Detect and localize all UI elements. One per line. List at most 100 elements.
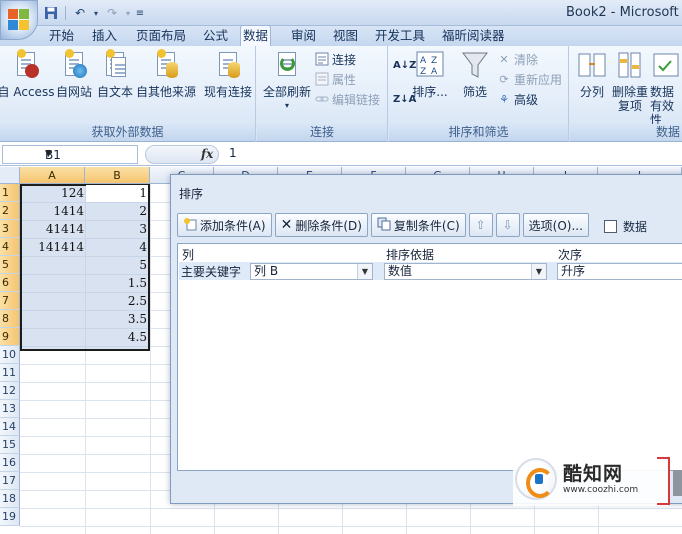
cell-a2[interactable]: 1414 [22, 202, 84, 220]
row-header-8[interactable]: 8 [0, 310, 20, 328]
move-up-icon[interactable]: ⇧ [468, 213, 493, 237]
row-header-14[interactable]: 14 [0, 418, 20, 436]
row-header-12[interactable]: 12 [0, 382, 20, 400]
connections-button[interactable]: 连接 [315, 50, 356, 68]
save-icon[interactable] [42, 4, 60, 22]
row-header-7[interactable]: 7 [0, 292, 20, 310]
tab-review[interactable]: 审阅 [289, 26, 318, 46]
insert-function-icon[interactable]: fx [201, 147, 213, 161]
delete-level-button[interactable]: ✕ 删除条件(D) [274, 213, 368, 237]
group-get-external-data: 自 Access 自网站 自文本 自其他来源 现有连接 获取外部数据 [0, 46, 256, 142]
row-header-4[interactable]: 4 [0, 238, 20, 256]
from-text-button[interactable]: 自文本 [95, 49, 135, 116]
remove-duplicates-button[interactable]: 删除重复项 [612, 50, 648, 116]
globe-icon [59, 49, 89, 82]
edit-links-button[interactable]: 编辑链接 [315, 90, 380, 108]
row-header-5[interactable]: 5 [0, 256, 20, 274]
data-validation-button[interactable]: 数据有效性 [650, 50, 682, 127]
tab-home[interactable]: 开始 [47, 26, 76, 46]
chain-link-icon [315, 92, 329, 106]
options-button[interactable]: 选项(O)... [522, 213, 589, 237]
column-heading: 列 [182, 248, 195, 262]
title-bar: ↶ ▾ ↷ ▾ ≡ Book2 - Microsoft Ex [0, 0, 682, 40]
from-access-button[interactable]: 自 Access [0, 49, 54, 116]
copy-level-button[interactable]: 复制条件(C) [370, 213, 466, 237]
customize-qat-icon[interactable]: ≡ [135, 4, 145, 22]
add-level-button[interactable]: 添加条件(A) [177, 213, 272, 237]
cell-a3[interactable]: 41414 [22, 220, 84, 238]
redo-icon[interactable]: ↷ [103, 4, 121, 22]
sort-on-select[interactable]: 数值 ▼ [384, 263, 547, 280]
name-box[interactable]: B1 ▼ [2, 145, 138, 164]
advanced-button[interactable]: ⚘ 高级 [497, 90, 538, 108]
svg-text:Z: Z [420, 67, 426, 77]
primary-key-label: 主要关键字 [181, 265, 242, 279]
filter-button[interactable]: 筛选 [455, 50, 495, 116]
tab-insert[interactable]: 插入 [90, 26, 119, 46]
cell-b7[interactable]: 2.5 [87, 292, 147, 310]
row-header-3[interactable]: 3 [0, 220, 20, 238]
refresh-all-button[interactable]: 全部刷新 ▾ [260, 50, 314, 116]
row-header-18[interactable]: 18 [0, 490, 20, 508]
column-header-b[interactable]: B [85, 167, 150, 184]
tab-view[interactable]: 视图 [331, 26, 360, 46]
row-header-16[interactable]: 16 [0, 454, 20, 472]
row-header-6[interactable]: 6 [0, 274, 20, 292]
row-header-19[interactable]: 19 [0, 508, 20, 526]
chevron-down-icon[interactable]: ▾ [124, 4, 132, 22]
gridline [20, 508, 682, 509]
column-header-a[interactable]: A [20, 167, 85, 184]
chevron-down-icon[interactable]: ▼ [357, 264, 372, 279]
cell-b8[interactable]: 3.5 [87, 310, 147, 328]
cell-b3[interactable]: 3 [87, 220, 147, 238]
clear-button[interactable]: ✕ 清除 [497, 50, 538, 68]
row-header-9[interactable]: 9 [0, 328, 20, 346]
formula-bar: B1 ▼ fx 1 [0, 143, 682, 166]
cell-b9[interactable]: 4.5 [87, 328, 147, 346]
sort-dialog-icon: AZZA [415, 50, 445, 82]
formula-input[interactable]: 1 [229, 146, 237, 160]
row-header-10[interactable]: 10 [0, 346, 20, 364]
cell-b6[interactable]: 1.5 [87, 274, 147, 292]
row-header-13[interactable]: 13 [0, 400, 20, 418]
tab-formulas[interactable]: 公式 [201, 26, 230, 46]
from-web-button[interactable]: 自网站 [54, 49, 94, 116]
reapply-button[interactable]: ⟳ 重新应用 [497, 70, 562, 88]
sort-level-row[interactable]: 主要关键字 列 B ▼ 数值 ▼ 升序 [179, 262, 682, 280]
from-other-sources-button[interactable]: 自其他来源 [135, 49, 197, 116]
existing-connections-button[interactable]: 现有连接 [202, 50, 254, 116]
watermark-name: 酷知网 [563, 463, 624, 485]
cell-b5[interactable]: 5 [87, 256, 147, 274]
properties-button[interactable]: 属性 [315, 70, 356, 88]
sort-button[interactable]: AZZA 排序... [411, 50, 449, 116]
undo-icon[interactable]: ↶ [71, 4, 89, 22]
cell-a1[interactable]: 124 [22, 184, 84, 202]
cell-b4[interactable]: 4 [87, 238, 147, 256]
select-all-corner[interactable] [0, 167, 20, 184]
dialog-title: 排序 [179, 187, 204, 201]
move-down-icon[interactable]: ⇩ [495, 213, 520, 237]
tab-developer[interactable]: 开发工具 [373, 26, 427, 46]
chevron-down-icon[interactable]: ▾ [92, 4, 100, 22]
row-header-2[interactable]: 2 [0, 202, 20, 220]
row-header-17[interactable]: 17 [0, 472, 20, 490]
chevron-down-icon[interactable]: ▼ [45, 149, 133, 159]
copy-icon [377, 217, 391, 234]
sort-column-select[interactable]: 列 B ▼ [250, 263, 373, 280]
row-header-1[interactable]: 1 [0, 184, 20, 202]
tab-foxit-reader[interactable]: 福昕阅读器 [440, 26, 507, 46]
row-header-11[interactable]: 11 [0, 364, 20, 382]
remove-duplicates-icon [615, 50, 645, 82]
has-headers-checkbox[interactable] [603, 219, 617, 233]
group-sort-and-filter: A↓Z Z↓A AZZA 排序... 筛选 ✕ 清除 ⟳ 重新应用 ⚘ 高级 排… [389, 46, 569, 142]
order-select[interactable]: 升序 [557, 263, 682, 280]
row-header-15[interactable]: 15 [0, 436, 20, 454]
tab-data[interactable]: 数据 [240, 25, 272, 47]
chevron-down-icon[interactable]: ▼ [531, 264, 546, 279]
text-to-columns-button[interactable]: 分列 [574, 50, 610, 116]
cell-b2[interactable]: 2 [87, 202, 147, 220]
add-level-icon [183, 217, 197, 234]
cell-a4[interactable]: 141414 [22, 238, 84, 256]
cell-b1[interactable]: 1 [87, 184, 147, 202]
tab-page-layout[interactable]: 页面布局 [134, 26, 188, 46]
